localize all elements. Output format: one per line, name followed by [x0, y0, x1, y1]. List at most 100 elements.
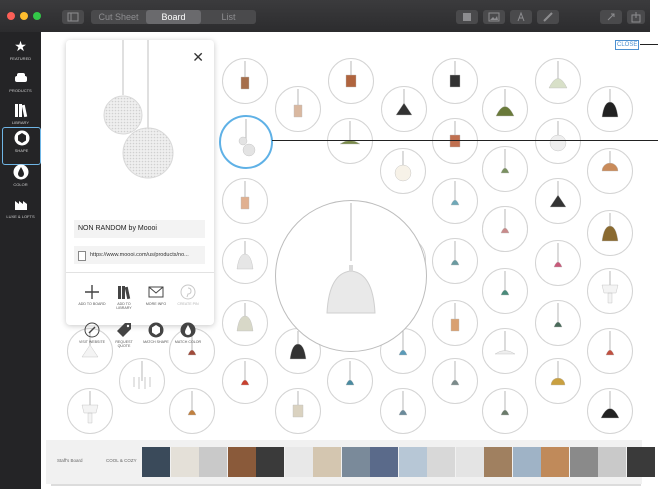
product-ring[interactable] [432, 300, 478, 346]
product-ring[interactable] [222, 300, 268, 346]
tab-cut-sheet[interactable]: Cut Sheet [91, 10, 146, 24]
close-link[interactable]: CLOSE [615, 40, 640, 50]
edit-pencil-icon[interactable] [537, 10, 559, 24]
product-ring[interactable] [432, 178, 478, 224]
sidebar-item-luxe-lofts[interactable]: LUXE & LOFTS [2, 194, 39, 230]
board-thumbnail[interactable] [142, 447, 170, 477]
product-ring[interactable] [535, 240, 581, 286]
product-ring[interactable] [535, 358, 581, 404]
product-ring[interactable] [381, 86, 427, 132]
action-label: VISIT WEBSITE [78, 340, 106, 344]
product-ring[interactable] [587, 148, 633, 194]
sidebar-toggle-icon[interactable] [62, 10, 84, 24]
action-label: ADD TO LIBRARY [116, 302, 132, 311]
document-icon [78, 251, 86, 261]
board-thumbnail[interactable] [199, 447, 227, 477]
product-ring[interactable] [222, 58, 268, 104]
grid-icon[interactable] [456, 10, 478, 24]
tab-list[interactable]: List [201, 10, 256, 24]
product-ring[interactable] [222, 358, 268, 404]
product-ring[interactable] [482, 328, 528, 374]
board-thumbnail[interactable] [598, 447, 626, 477]
minimize-window-button[interactable] [20, 12, 28, 20]
board-thumbnail[interactable] [512, 447, 541, 477]
board-thumbnail[interactable] [398, 447, 427, 477]
sidebar-item-label: LIBRARY [11, 120, 30, 125]
board-tray: Staff's Board COOL & COZY [46, 440, 655, 484]
product-ring[interactable] [535, 58, 581, 104]
board-thumbnail[interactable] [170, 447, 199, 477]
action-label: CREATE PIN [177, 302, 199, 306]
share-icon[interactable] [627, 10, 645, 24]
tab-board[interactable]: Board [146, 10, 201, 24]
product-ring[interactable] [587, 86, 633, 132]
product-ring[interactable] [222, 238, 268, 284]
product-ring[interactable] [275, 86, 321, 132]
product-ring[interactable] [482, 146, 528, 192]
request-quote-button[interactable]: REQUEST QUOTE [110, 322, 138, 348]
product-ring[interactable] [535, 178, 581, 224]
match-color-button[interactable]: MATCH COLOR [174, 322, 202, 344]
product-ring[interactable] [328, 58, 374, 104]
sidebar-item-color[interactable]: COLOR [2, 162, 39, 198]
add-to-library-button[interactable]: ADD TO LIBRARY [110, 284, 138, 310]
product-ring[interactable] [587, 210, 633, 256]
selected-product-ring[interactable] [219, 115, 273, 169]
price-tag-icon [117, 323, 131, 337]
board-thumbnail[interactable] [427, 447, 455, 477]
product-ring[interactable] [482, 86, 528, 132]
board-thumbnail[interactable] [284, 447, 313, 477]
product-ring[interactable] [432, 238, 478, 284]
sidebar-item-products[interactable]: PRODUCTS [2, 68, 39, 104]
zoom-window-button[interactable] [33, 12, 41, 20]
featured-product-ring[interactable] [275, 200, 427, 352]
product-ring[interactable] [587, 268, 633, 314]
product-ring[interactable] [67, 388, 113, 434]
board-thumbnail[interactable] [455, 447, 484, 477]
window-titlebar: Cut Sheet Board List [0, 0, 650, 32]
board-thumbnail[interactable] [341, 447, 370, 477]
board-thumbnail[interactable] [626, 447, 655, 477]
visit-website-button[interactable]: VISIT WEBSITE [78, 322, 106, 344]
image-icon[interactable] [483, 10, 505, 24]
board-owner-label: Staff's Board [57, 458, 83, 463]
board-thumbnail[interactable] [256, 447, 284, 477]
product-ring[interactable] [432, 358, 478, 404]
product-ring[interactable] [380, 148, 426, 194]
pointer-line [640, 44, 658, 45]
board-thumbnail[interactable] [569, 447, 598, 477]
product-ring[interactable] [482, 388, 528, 434]
more-info-button[interactable]: MORE INFO [142, 284, 170, 306]
expand-icon[interactable] [600, 10, 622, 24]
product-ring[interactable] [432, 58, 478, 104]
board-thumbnail[interactable] [370, 447, 398, 477]
product-ring[interactable] [535, 118, 581, 164]
product-ring[interactable] [169, 388, 215, 434]
create-pin-button[interactable]: CREATE PIN [174, 284, 202, 306]
board-thumbnail[interactable] [227, 447, 256, 477]
product-ring[interactable] [482, 268, 528, 314]
add-to-board-button[interactable]: ADD TO BOARD [78, 284, 106, 306]
product-ring[interactable] [535, 300, 581, 346]
product-ring[interactable] [327, 358, 373, 404]
board-thumbnail[interactable] [313, 447, 341, 477]
horizontal-scrollbar[interactable] [51, 484, 641, 486]
product-ring[interactable] [119, 358, 165, 404]
product-ring[interactable] [222, 178, 268, 224]
product-ring[interactable] [327, 118, 373, 164]
close-window-button[interactable] [7, 12, 15, 20]
pin-icon [180, 284, 196, 300]
sidebar-item-shape[interactable]: SHAPE [2, 127, 41, 165]
text-format-icon[interactable] [510, 10, 532, 24]
sidebar-item-featured[interactable]: ★ FEATURED [2, 36, 39, 72]
product-ring[interactable] [275, 388, 321, 434]
match-shape-button[interactable]: MATCH SHAPE [142, 322, 170, 344]
product-ring[interactable] [587, 388, 633, 434]
board-thumbnail[interactable] [541, 447, 569, 477]
product-ring[interactable] [587, 328, 633, 374]
product-ring[interactable] [380, 388, 426, 434]
product-ring[interactable] [432, 118, 478, 164]
product-ring[interactable] [482, 206, 528, 252]
product-url[interactable]: https://www.moooi.com/us/products/no... [74, 246, 205, 264]
board-thumbnail[interactable] [484, 447, 512, 477]
